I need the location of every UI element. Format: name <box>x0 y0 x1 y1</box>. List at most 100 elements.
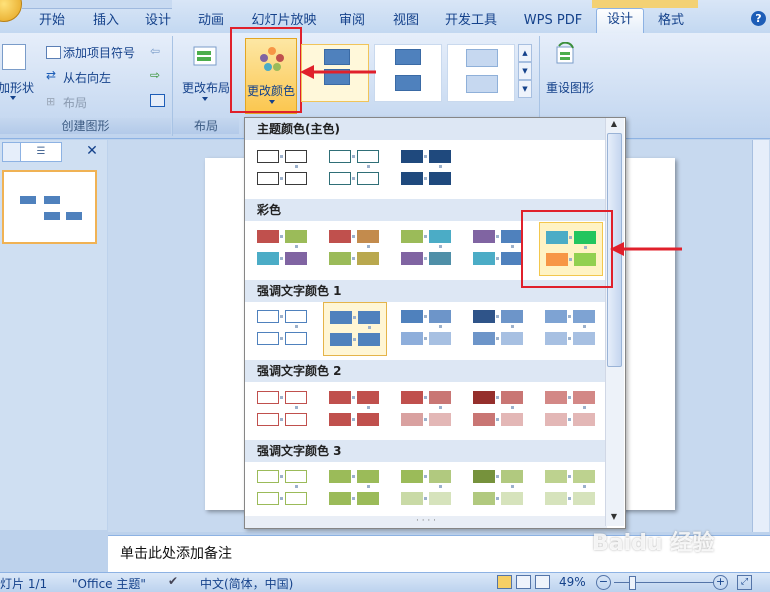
text-pane-icon[interactable] <box>150 94 165 107</box>
zoom-out-icon[interactable]: − <box>596 575 611 590</box>
color-option[interactable] <box>395 302 457 354</box>
quick-access-toolbar <box>22 0 172 9</box>
tab-developer[interactable]: 开发工具 <box>436 10 506 32</box>
color-option[interactable] <box>323 383 385 435</box>
dropdown-resize-grip[interactable]: · · · · <box>245 516 607 528</box>
demote-arrow-icon[interactable]: ⇨ <box>150 68 160 82</box>
tab-review[interactable]: 审阅 <box>330 10 374 32</box>
reset-graphic-button[interactable]: 重设图形 <box>546 79 594 96</box>
connector-dot <box>280 155 283 158</box>
color-option[interactable] <box>323 462 385 514</box>
tab-smartart-design[interactable]: 设计 <box>596 8 644 34</box>
color-option[interactable] <box>323 222 385 274</box>
connector-dot <box>583 325 586 328</box>
add-shape-dropdown-icon[interactable] <box>10 96 16 100</box>
gallery-scroll-down[interactable]: ▼ <box>518 62 532 80</box>
office-button[interactable] <box>0 0 22 22</box>
style-gallery-item-2[interactable] <box>374 44 442 102</box>
color-swatch-shape <box>573 310 595 323</box>
right-to-left-button[interactable]: 从右向左 <box>63 69 111 86</box>
dropdown-scroll-down[interactable]: ▼ <box>607 512 621 524</box>
help-icon[interactable]: ? <box>751 11 766 26</box>
connector-dot <box>424 418 427 421</box>
tab-home[interactable]: 开始 <box>30 10 74 32</box>
panel-tab-slides[interactable]: ☰ <box>20 142 62 162</box>
connector-dot <box>496 337 499 340</box>
color-option[interactable] <box>467 222 529 274</box>
color-option[interactable] <box>251 222 313 274</box>
color-swatch-shape <box>357 252 379 265</box>
status-language[interactable]: 中文(简体，中国) <box>200 575 293 592</box>
color-option[interactable] <box>251 383 313 435</box>
color-option[interactable] <box>539 462 601 514</box>
connector-dot <box>583 485 586 488</box>
color-swatch-shape <box>401 413 423 426</box>
connector-dot <box>352 475 355 478</box>
color-option[interactable] <box>467 462 529 514</box>
connector-dot <box>295 485 298 488</box>
color-swatch-shape <box>429 413 451 426</box>
editor-scrollbar[interactable] <box>752 140 769 532</box>
fit-slide-icon[interactable]: ⤢ <box>737 575 752 590</box>
tab-view[interactable]: 视图 <box>384 10 428 32</box>
zoom-in-icon[interactable]: + <box>713 575 728 590</box>
color-option[interactable] <box>395 142 457 194</box>
style-gallery-item-3[interactable] <box>447 44 515 102</box>
spellcheck-icon[interactable]: ✔ <box>168 574 178 588</box>
dropdown-scroll-up[interactable]: ▲ <box>607 119 621 131</box>
tab-design[interactable]: 设计 <box>136 10 180 32</box>
connector-dot <box>568 315 571 318</box>
connector-dot <box>367 485 370 488</box>
close-panel-icon[interactable]: ✕ <box>84 142 100 160</box>
tab-insert[interactable]: 插入 <box>84 10 128 32</box>
baidu-watermark: Baidu 经验 <box>592 531 715 556</box>
color-option[interactable] <box>467 383 529 435</box>
color-option[interactable] <box>467 302 529 354</box>
slide-thumbnail[interactable] <box>2 170 97 244</box>
tab-smartart-format[interactable]: 格式 <box>648 10 694 32</box>
color-option[interactable] <box>539 383 601 435</box>
color-option[interactable] <box>395 222 457 274</box>
connector-dot <box>439 165 442 168</box>
color-swatch-shape <box>473 492 495 505</box>
color-swatch-shape <box>357 230 379 243</box>
color-option[interactable] <box>251 462 313 514</box>
gallery-scroll-up[interactable]: ▲ <box>518 44 532 62</box>
color-swatch-shape <box>285 332 307 345</box>
color-option[interactable] <box>251 142 313 194</box>
color-swatch-shape <box>401 310 423 323</box>
color-option[interactable] <box>251 302 313 354</box>
status-zoom[interactable]: 49% <box>559 575 586 589</box>
change-layout-dropdown-icon[interactable] <box>202 97 208 101</box>
change-colors-highlight-box <box>230 27 302 113</box>
connector-dot <box>496 418 499 421</box>
change-layout-button[interactable]: 更改布局 <box>182 79 230 96</box>
connector-dot <box>496 396 499 399</box>
color-swatch-shape <box>401 252 423 265</box>
connector-dot <box>496 315 499 318</box>
add-shape-button[interactable]: 添加形状 <box>0 79 34 96</box>
connector-dot <box>511 245 514 248</box>
add-bullet-button[interactable]: 添加项目符号 <box>63 44 135 61</box>
connector-dot <box>367 165 370 168</box>
layout-small-icon: ⊞ <box>46 95 56 108</box>
color-option[interactable] <box>395 383 457 435</box>
connector-dot <box>568 337 571 340</box>
slideshow-view-icon[interactable] <box>535 575 550 589</box>
color-option[interactable] <box>395 462 457 514</box>
color-option[interactable] <box>539 302 601 354</box>
promote-arrow-icon[interactable]: ⇦ <box>150 44 160 58</box>
tab-animation[interactable]: 动画 <box>189 10 233 32</box>
layout-small-button[interactable]: 布局 <box>63 94 87 111</box>
color-option[interactable] <box>323 142 385 194</box>
slide-sorter-icon[interactable] <box>516 575 531 589</box>
zoom-slider-thumb[interactable] <box>629 576 636 590</box>
color-swatch-shape <box>401 391 423 404</box>
color-swatch-shape <box>545 332 567 345</box>
color-swatch-shape <box>429 470 451 483</box>
color-swatch-shape <box>501 230 523 243</box>
color-option[interactable] <box>323 302 387 356</box>
gallery-more-button[interactable]: ▼ <box>518 80 532 98</box>
tab-wps-pdf[interactable]: WPS PDF <box>515 10 591 32</box>
normal-view-icon[interactable] <box>497 575 512 589</box>
